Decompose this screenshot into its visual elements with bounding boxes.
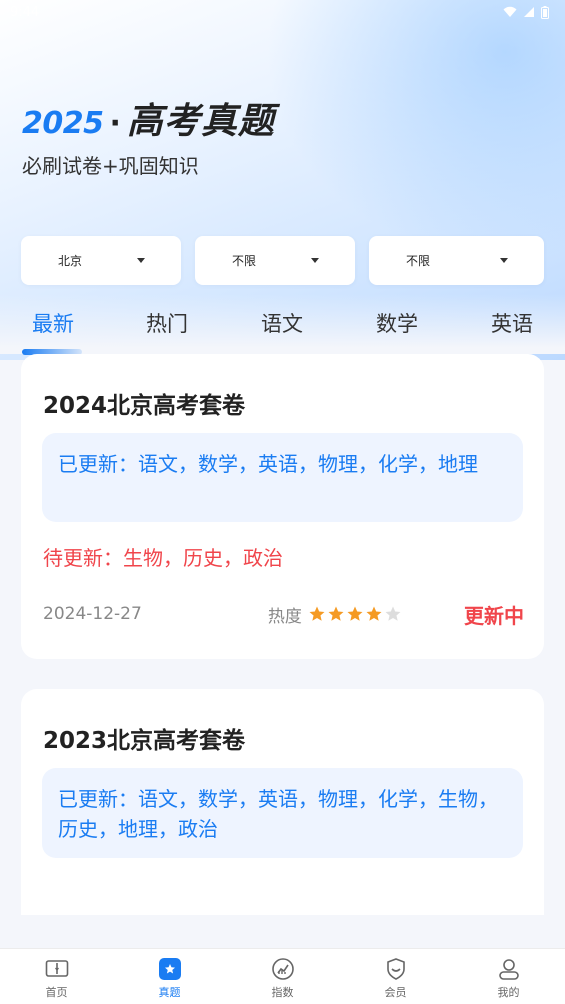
nav-vip[interactable]: 会员 bbox=[339, 949, 452, 1004]
type-filter[interactable]: 不限 bbox=[369, 236, 544, 285]
year-filter[interactable]: 不限 bbox=[195, 236, 355, 285]
year-filter-value: 不限 bbox=[232, 254, 257, 268]
exam-date: 2024-12-27 bbox=[43, 604, 142, 624]
wifi-icon bbox=[503, 6, 517, 17]
star-filled-icon bbox=[328, 606, 344, 621]
user-icon bbox=[496, 956, 522, 982]
region-filter[interactable]: 北京 bbox=[21, 236, 181, 285]
hero-headline: 2025 · 高考真题 bbox=[22, 92, 275, 144]
nav-vip-label: 会员 bbox=[384, 986, 407, 999]
nav-exams[interactable]: 真题 bbox=[113, 949, 226, 1004]
hero-subtitle: 必刷试卷+巩固知识 bbox=[22, 154, 199, 178]
exam-card[interactable]: 2024北京高考套卷 已更新：语文，数学，英语，物理，化学，地理 待更新：生物，… bbox=[21, 354, 544, 659]
nav-profile-label: 我的 bbox=[497, 986, 520, 999]
star-filled-icon bbox=[309, 606, 325, 621]
nav-home-label: 首页 bbox=[45, 986, 68, 999]
battery-icon bbox=[541, 5, 549, 19]
pending-subjects: 待更新：生物，历史，政治 bbox=[43, 546, 283, 570]
region-filter-value: 北京 bbox=[58, 254, 83, 268]
category-tabs: 最新 热门 语文 数学 英语 bbox=[0, 294, 565, 355]
exam-card-title: 2024北京高考套卷 bbox=[43, 393, 246, 419]
exam-card[interactable]: 2023北京高考套卷 已更新：语文，数学，英语，物理，化学，生物，历史，地理，政… bbox=[21, 689, 544, 915]
heat-stars bbox=[308, 605, 402, 623]
star-filled-icon bbox=[347, 606, 363, 621]
status-icons bbox=[503, 5, 549, 19]
tab-latest[interactable]: 最新 bbox=[32, 304, 74, 344]
shield-icon bbox=[383, 956, 409, 982]
nav-profile[interactable]: 我的 bbox=[452, 949, 565, 1004]
tab-chinese[interactable]: 语文 bbox=[261, 304, 303, 344]
caret-down-icon bbox=[500, 258, 508, 263]
star-box-icon bbox=[158, 958, 181, 980]
caret-down-icon bbox=[311, 258, 319, 263]
nav-exams-label: 真题 bbox=[158, 986, 181, 999]
type-filter-value: 不限 bbox=[406, 254, 431, 268]
update-status-badge: 更新中 bbox=[463, 603, 524, 628]
tab-hot[interactable]: 热门 bbox=[146, 304, 188, 344]
hero-title: 高考真题 bbox=[126, 101, 275, 142]
tab-english[interactable]: 英语 bbox=[491, 304, 533, 344]
nav-index-label: 指数 bbox=[271, 986, 294, 999]
star-filled-icon bbox=[366, 606, 382, 621]
updated-subjects: 已更新：语文，数学，英语，物理，化学，地理 bbox=[42, 433, 523, 522]
hero-year: 2025 bbox=[22, 106, 104, 141]
status-time: 9:44 bbox=[10, 4, 40, 20]
updated-subjects: 已更新：语文，数学，英语，物理，化学，生物，历史，地理，政治 bbox=[42, 768, 523, 858]
heat-label: 热度 bbox=[267, 606, 302, 627]
caret-down-icon bbox=[137, 258, 145, 263]
star-empty-icon bbox=[385, 606, 401, 621]
chart-circle-icon bbox=[270, 956, 296, 982]
exam-card-title: 2023北京高考套卷 bbox=[43, 728, 246, 754]
hero-dot: · bbox=[109, 106, 121, 141]
nav-index[interactable]: 指数 bbox=[226, 949, 339, 1004]
heat-rating: 热度 bbox=[268, 602, 402, 627]
book-icon bbox=[44, 956, 70, 982]
exam-card-meta: 2024-12-27 热度 更新中 bbox=[43, 599, 524, 629]
signal-icon bbox=[524, 7, 534, 17]
filter-bar: 北京 不限 不限 bbox=[21, 236, 544, 286]
nav-home[interactable]: 首页 bbox=[0, 949, 113, 1004]
bottom-nav: 首页 真题 指数 会员 我的 bbox=[0, 948, 565, 1004]
tab-math[interactable]: 数学 bbox=[376, 304, 418, 344]
status-bar: 9:44 bbox=[0, 0, 565, 24]
